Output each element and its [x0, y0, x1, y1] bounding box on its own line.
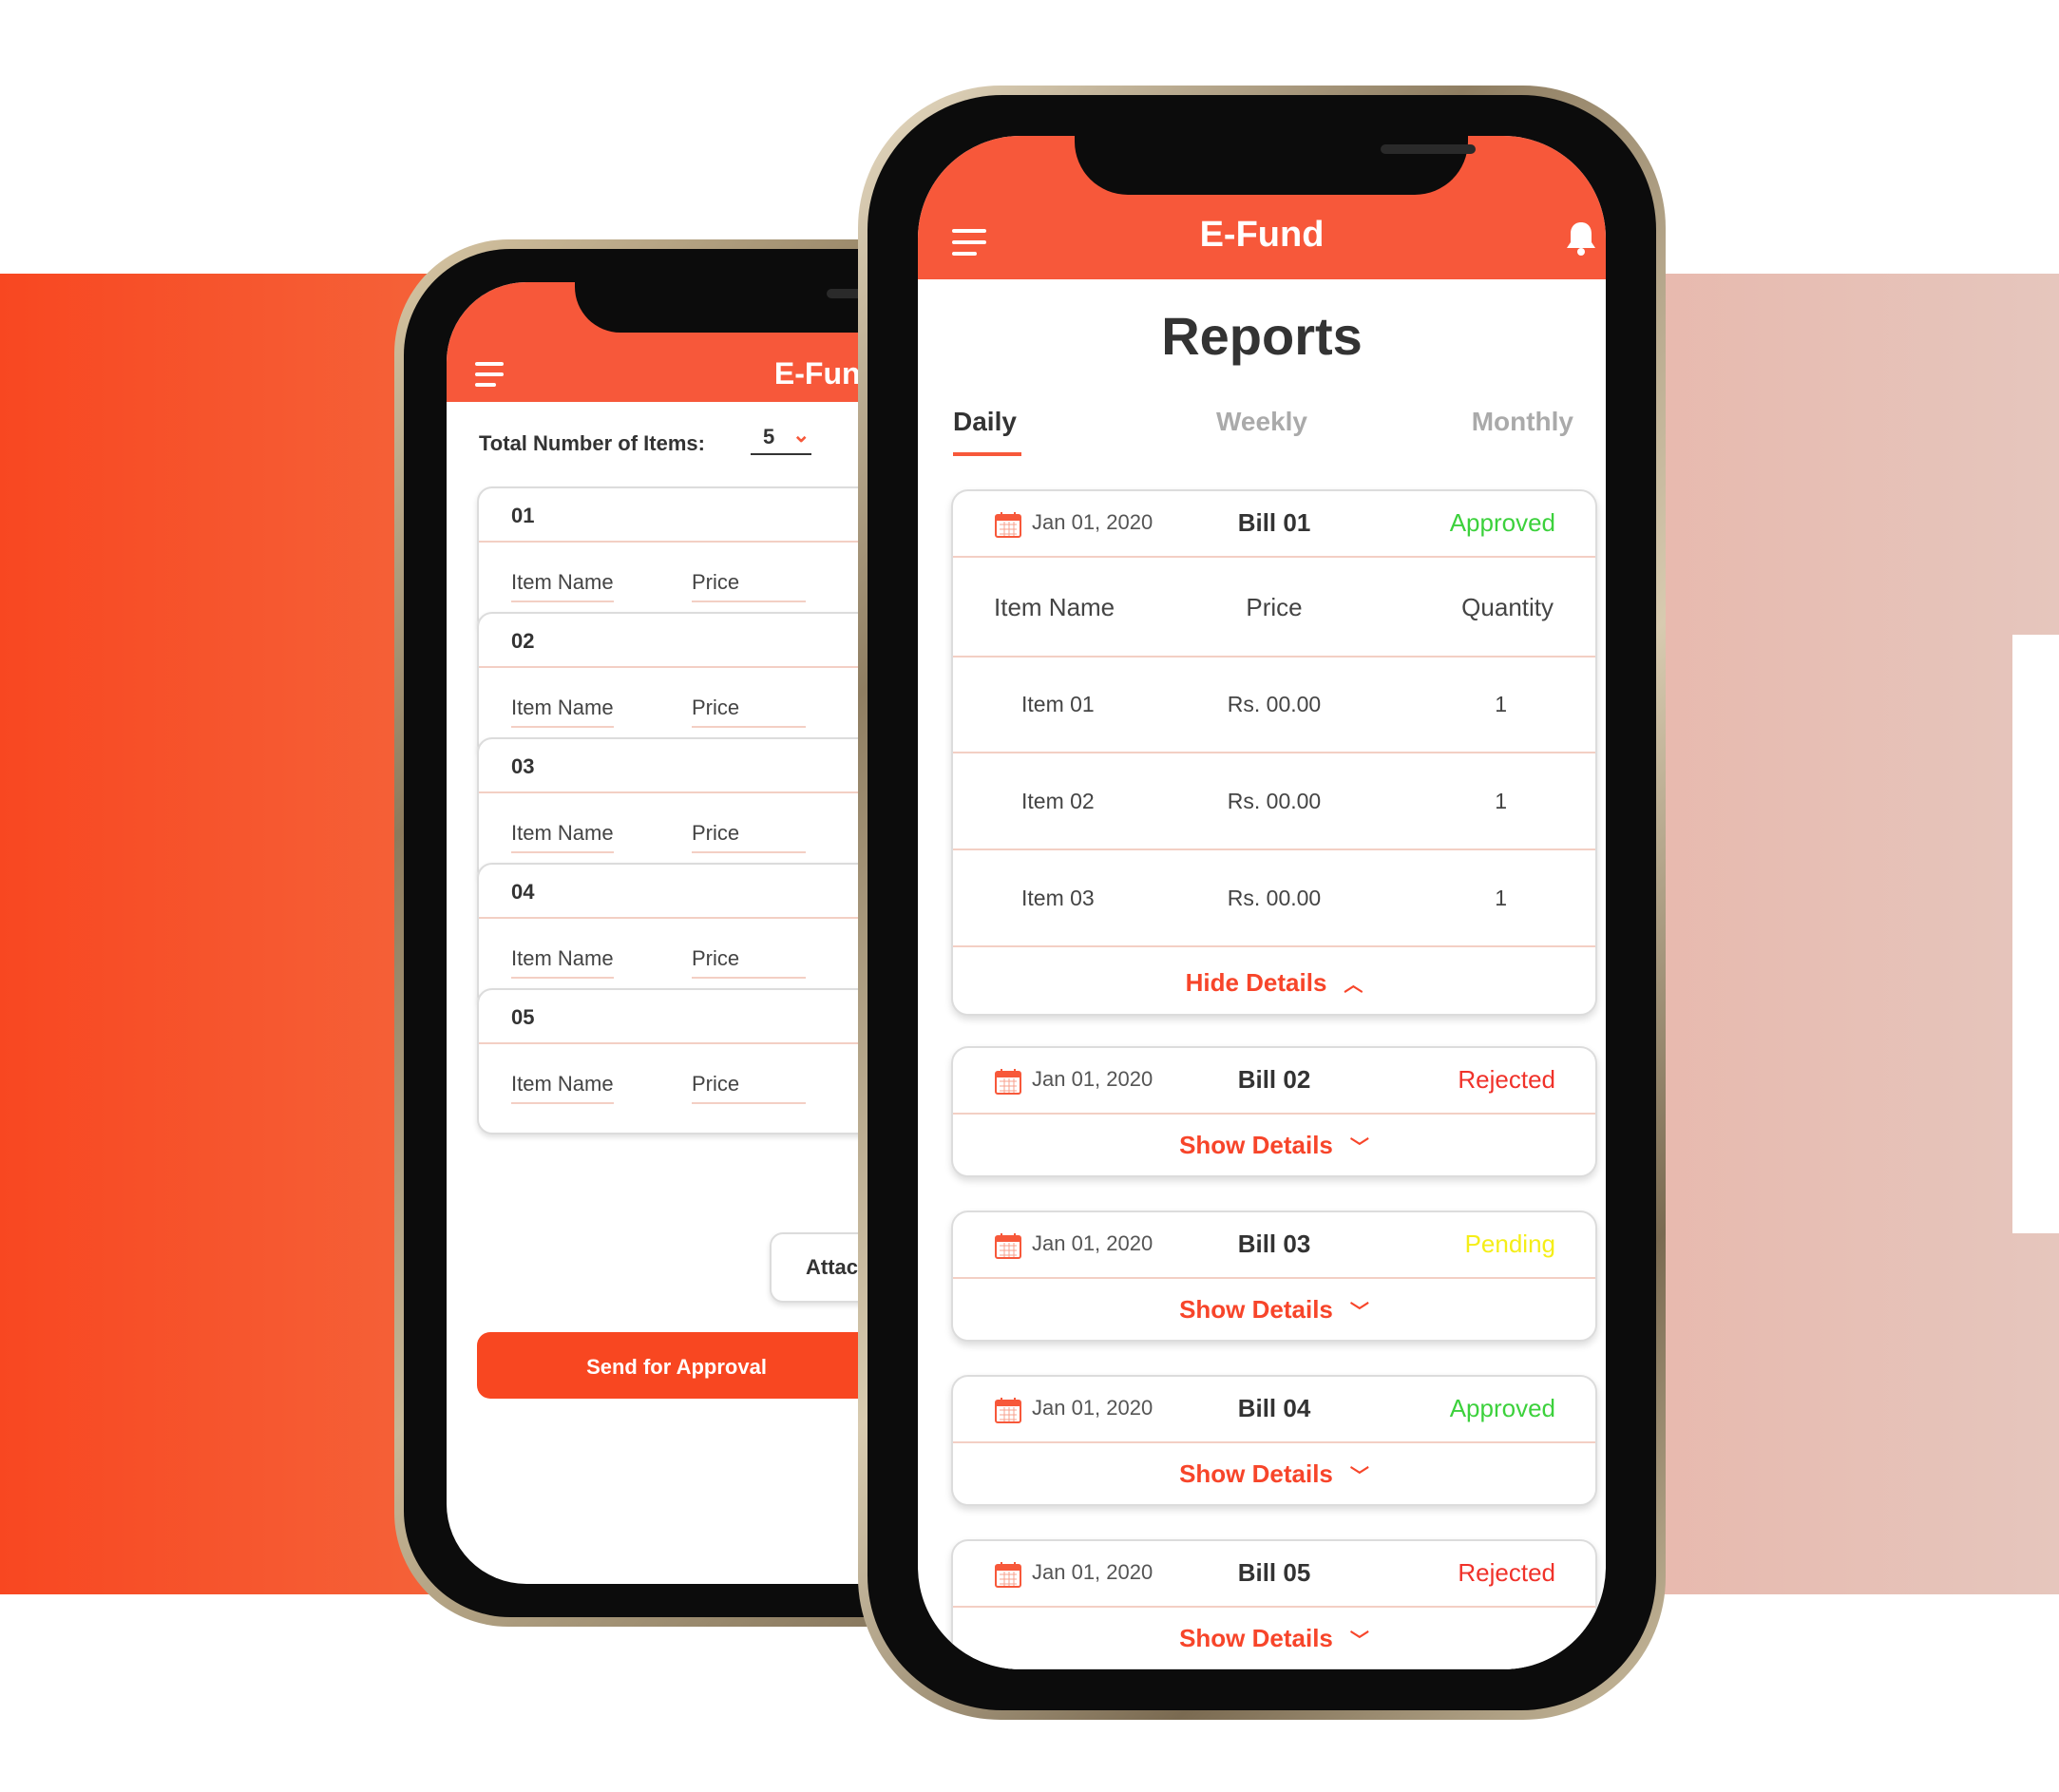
- tab-monthly[interactable]: Monthly: [1472, 407, 1573, 437]
- bell-icon[interactable]: [1564, 219, 1598, 257]
- item-name-field[interactable]: Item Name: [511, 946, 614, 979]
- chevron-down-icon: ﹀: [1349, 1630, 1369, 1651]
- card-divider: [953, 1277, 1595, 1279]
- item-number: 05: [511, 1005, 535, 1029]
- item-name-field[interactable]: Item Name: [511, 1072, 614, 1104]
- speaker-grille: [1381, 144, 1476, 154]
- show-details-button[interactable]: Show Details ﹀: [953, 1131, 1595, 1160]
- status-badge: Approved: [1449, 1394, 1555, 1422]
- hamburger-menu-icon[interactable]: [475, 362, 504, 393]
- item-number: 02: [511, 629, 535, 653]
- card-divider: [953, 1606, 1595, 1608]
- show-details-label: Show Details: [1179, 1624, 1333, 1652]
- bill-card: Jan 01, 2020 Bill 02 Rejected Show Detai…: [951, 1046, 1597, 1177]
- show-details-label: Show Details: [1179, 1459, 1333, 1488]
- card-divider: [953, 848, 1595, 850]
- table-cell-quantity: 1: [1495, 789, 1507, 813]
- page-title: Reports: [1161, 306, 1363, 366]
- status-badge: Rejected: [1458, 1558, 1555, 1587]
- price-field[interactable]: Price: [692, 946, 806, 979]
- total-items-value: 5: [763, 425, 775, 448]
- bill-card: Jan 01, 2020 Bill 03 Pending Show Detail…: [951, 1211, 1597, 1342]
- total-items-label: Total Number of Items:: [479, 431, 705, 455]
- chevron-down-icon: ⌄: [792, 423, 810, 447]
- bill-card: Jan 01, 2020 Bill 05 Rejected Show Detai…: [951, 1539, 1597, 1669]
- price-field[interactable]: Price: [692, 821, 806, 853]
- total-items-select[interactable]: 5 ⌄: [751, 423, 811, 455]
- status-badge: Pending: [1464, 1230, 1555, 1258]
- price-field[interactable]: Price: [692, 570, 806, 602]
- status-badge: Rejected: [1458, 1065, 1555, 1094]
- item-number: 03: [511, 754, 535, 778]
- hide-details-label: Hide Details: [1185, 968, 1327, 997]
- card-divider: [953, 1441, 1595, 1443]
- card-divider: [953, 656, 1595, 658]
- table-cell-quantity: 1: [1495, 692, 1507, 716]
- card-divider: [953, 556, 1595, 558]
- item-number: 04: [511, 880, 535, 904]
- app-title: E-Fund: [1199, 215, 1325, 255]
- front-phone-bezel: E-Fund Reports Daily Weekly Monthly Jan …: [867, 95, 1656, 1710]
- item-name-field[interactable]: Item Name: [511, 570, 614, 602]
- column-header-quantity: Quantity: [1461, 593, 1554, 621]
- item-name-field[interactable]: Item Name: [511, 696, 614, 728]
- card-divider: [953, 752, 1595, 753]
- hide-details-button[interactable]: Hide Details ︿: [953, 968, 1595, 998]
- price-field[interactable]: Price: [692, 1072, 806, 1104]
- price-field[interactable]: Price: [692, 696, 806, 728]
- card-divider: [953, 945, 1595, 947]
- background-white-notch: [2012, 635, 2059, 1233]
- status-badge: Approved: [1449, 508, 1555, 537]
- show-details-label: Show Details: [1179, 1131, 1333, 1159]
- bill-card: Jan 01, 2020 Bill 04 Approved Show Detai…: [951, 1375, 1597, 1506]
- table-cell-quantity: 1: [1495, 886, 1507, 910]
- attach-button-label: Attac: [806, 1255, 859, 1279]
- send-for-approval-label: Send for Approval: [586, 1355, 767, 1379]
- active-tab-indicator: [953, 452, 1021, 456]
- bill-card: Jan 01, 2020 Bill 01 Approved Item Name …: [951, 489, 1597, 1016]
- chevron-down-icon: ﹀: [1349, 1137, 1369, 1158]
- show-details-button[interactable]: Show Details ﹀: [953, 1295, 1595, 1325]
- item-number: 01: [511, 504, 535, 527]
- chevron-down-icon: ﹀: [1349, 1302, 1369, 1323]
- phone-notch: [1075, 136, 1476, 195]
- chevron-up-icon: ︿: [1344, 975, 1363, 996]
- front-phone: E-Fund Reports Daily Weekly Monthly Jan …: [858, 86, 1666, 1720]
- show-details-button[interactable]: Show Details ﹀: [953, 1624, 1595, 1653]
- show-details-button[interactable]: Show Details ﹀: [953, 1459, 1595, 1489]
- front-phone-screen: E-Fund Reports Daily Weekly Monthly Jan …: [918, 136, 1606, 1669]
- card-divider: [953, 1113, 1595, 1115]
- chevron-down-icon: ﹀: [1349, 1466, 1369, 1487]
- item-name-field[interactable]: Item Name: [511, 821, 614, 853]
- show-details-label: Show Details: [1179, 1295, 1333, 1324]
